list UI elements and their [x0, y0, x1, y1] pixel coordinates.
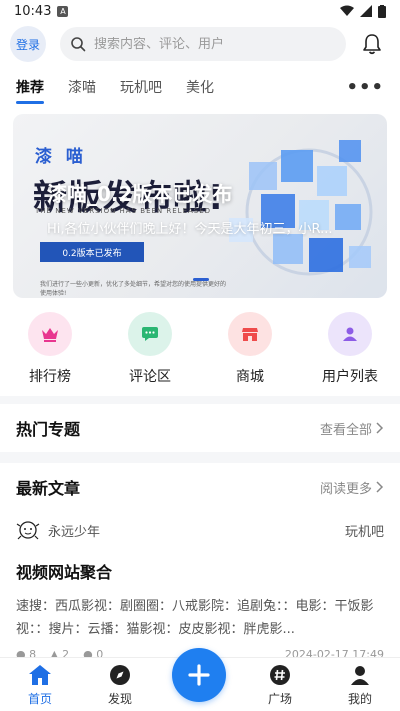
- circle-name[interactable]: 玩机吧: [345, 521, 384, 540]
- quick-link-users[interactable]: 用户列表: [300, 312, 400, 392]
- plus-icon: [188, 664, 210, 686]
- wifi-icon: [340, 5, 354, 16]
- notification-badge-icon: A: [57, 5, 69, 17]
- bell-icon: [363, 34, 381, 55]
- nav-label: 首页: [27, 692, 52, 706]
- create-post-button[interactable]: [172, 648, 226, 702]
- quick-link-ranking[interactable]: 排行榜: [0, 312, 100, 392]
- quick-links: 排行榜 评论区 商城 用户列表: [0, 312, 400, 392]
- comment-icon: [128, 312, 172, 356]
- category-tabs: 推荐 漆喵 玩机吧 美化 •••: [0, 66, 400, 108]
- top-bar: 登录: [0, 22, 400, 66]
- chevron-right-icon: [376, 422, 384, 434]
- quick-link-label: 评论区: [129, 369, 171, 385]
- banner-image-brand: 漆 喵: [35, 147, 87, 167]
- tab-wanjiba[interactable]: 玩机吧: [120, 66, 162, 108]
- read-more-label: 阅读更多: [319, 481, 372, 497]
- cartoon-avatar-icon: [16, 521, 40, 540]
- crown-icon: [28, 312, 72, 356]
- quick-link-comments[interactable]: 评论区: [100, 312, 200, 392]
- carousel-indicator: [193, 278, 209, 281]
- compass-icon: [110, 665, 130, 685]
- article-title[interactable]: 视频网站聚合: [16, 559, 384, 583]
- nav-discover[interactable]: 发现: [80, 658, 160, 711]
- banner-description: Hi,各位小伙伴们晚上好！今天是大年初三，小R...: [47, 222, 333, 237]
- author-name[interactable]: 永远少年: [48, 521, 100, 540]
- avatar[interactable]: [16, 518, 40, 542]
- tab-meihua[interactable]: 美化: [186, 66, 214, 108]
- article-excerpt: 速搜：西瓜影视：剧圈圈：八戒影院：追剧兔：：电影：干饭影视：：搜片：云播：猫影视…: [16, 599, 374, 637]
- nav-home[interactable]: 首页: [0, 658, 80, 711]
- hot-topics-header: 热门专题 查看全部: [0, 404, 400, 452]
- user-icon: [328, 312, 372, 356]
- search-box[interactable]: [60, 27, 346, 61]
- nav-label: 发现: [107, 692, 132, 706]
- banner-carousel[interactable]: 漆 喵 新版发布啦! THE NEW VERSION HAS BEEN RELE…: [13, 114, 387, 298]
- latest-articles-title: 最新文章: [16, 479, 81, 498]
- shop-icon: [228, 312, 272, 356]
- home-icon: [29, 665, 51, 685]
- article-card[interactable]: 永远少年 玩机吧 视频网站聚合 速搜：西瓜影视：剧圈圈：八戒影院：追剧兔：：电影…: [0, 511, 400, 663]
- quick-link-label: 商城: [236, 369, 264, 385]
- chevron-right-icon: [376, 481, 384, 493]
- hashtag-icon: [270, 665, 290, 685]
- signal-icon: [360, 5, 372, 17]
- nav-label: 我的: [347, 692, 372, 706]
- view-all-button[interactable]: 查看全部: [320, 419, 384, 438]
- latest-articles-section: 最新文章 阅读更多 永远少年 玩机吧 视频网站聚合 速搜：西瓜影视：剧圈圈：八戒…: [0, 463, 400, 661]
- battery-icon: [378, 4, 386, 18]
- search-icon: [71, 37, 86, 52]
- more-tabs-icon[interactable]: •••: [346, 77, 384, 98]
- profile-icon: [351, 666, 369, 685]
- hot-topics-title: 热门专题: [16, 420, 81, 439]
- banner-image-pill: 0.2版本已发布: [40, 242, 144, 262]
- latest-articles-header: 最新文章 阅读更多: [0, 463, 400, 511]
- banner-title: 漆喵_0.2版本已发布: [47, 182, 233, 206]
- login-button[interactable]: 登录: [10, 26, 46, 62]
- nav-mine[interactable]: 我的: [320, 658, 400, 711]
- nav-label: 广场: [267, 692, 292, 706]
- read-more-button[interactable]: 阅读更多: [320, 478, 384, 497]
- tab-recommend[interactable]: 推荐: [16, 66, 44, 108]
- quick-link-shop[interactable]: 商城: [200, 312, 300, 392]
- nav-square[interactable]: 广场: [240, 658, 320, 711]
- home-top-panel: 漆 喵 新版发布啦! THE NEW VERSION HAS BEEN RELE…: [0, 108, 400, 396]
- search-input[interactable]: [94, 36, 324, 52]
- tab-qimiao[interactable]: 漆喵: [68, 66, 96, 108]
- status-icons: [340, 4, 386, 18]
- quick-link-label: 用户列表: [322, 369, 378, 385]
- banner-image-subheadline: THE NEW VERSION HAS BEEN RELEASED: [35, 207, 212, 215]
- article-author-row: 永远少年 玩机吧: [16, 511, 384, 549]
- hot-topics-section: 热门专题 查看全部: [0, 404, 400, 452]
- notification-button[interactable]: [360, 32, 384, 56]
- view-all-label: 查看全部: [319, 422, 372, 438]
- quick-link-label: 排行榜: [29, 369, 71, 385]
- status-bar: 10:43 A: [0, 0, 400, 22]
- status-time: 10:43: [14, 3, 52, 19]
